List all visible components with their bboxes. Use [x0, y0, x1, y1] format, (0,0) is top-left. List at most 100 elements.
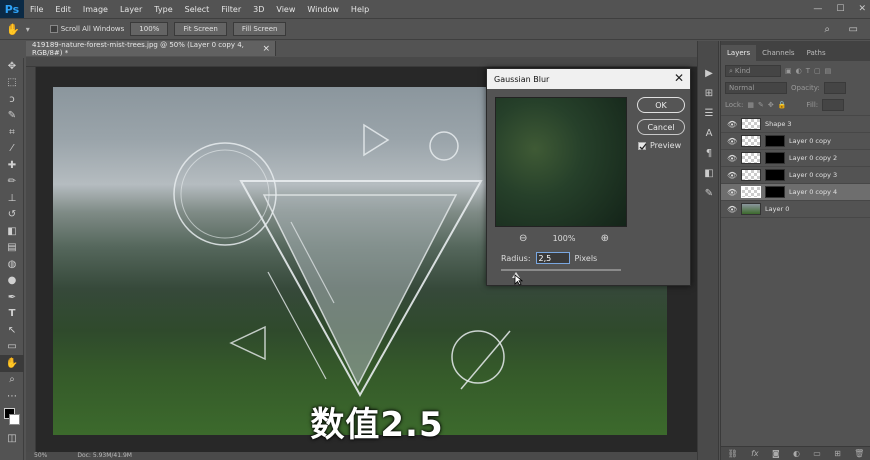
cancel-button[interactable]: Cancel: [637, 119, 685, 135]
paragraph-panel-icon[interactable]: ¶: [698, 143, 720, 163]
scroll-all-windows-checkbox[interactable]: Scroll All Windows: [49, 25, 124, 33]
hand-tool-icon[interactable]: ✋: [0, 355, 24, 372]
zoom-out-icon[interactable]: ⊖: [519, 233, 527, 244]
zoom-100-button[interactable]: 100%: [130, 22, 169, 36]
preview-checkbox[interactable]: Preview: [638, 141, 681, 150]
menu-edit[interactable]: Edit: [49, 5, 77, 14]
lock-transparent-icon[interactable]: ▦: [747, 101, 754, 109]
workspace-icon[interactable]: ▭: [849, 24, 858, 35]
properties-panel-icon[interactable]: ⊞: [698, 83, 720, 103]
adjustments-panel-icon[interactable]: ☰: [698, 103, 720, 123]
trash-icon[interactable]: 🗑: [854, 449, 864, 458]
character-panel-icon[interactable]: A: [698, 123, 720, 143]
history-panel-icon[interactable]: ▶: [698, 63, 720, 83]
blur-tool-icon[interactable]: ◍: [0, 256, 24, 273]
blend-mode-select[interactable]: Normal: [725, 82, 787, 94]
visibility-eye-icon[interactable]: 👁: [727, 137, 737, 146]
eraser-tool-icon[interactable]: ◧: [0, 223, 24, 240]
close-button[interactable]: ✕: [858, 4, 866, 14]
brush-tool-icon[interactable]: ✏: [0, 174, 24, 191]
radius-slider-track[interactable]: [501, 269, 621, 271]
menu-select[interactable]: Select: [179, 5, 216, 14]
crop-tool-icon[interactable]: ⌗: [0, 124, 24, 141]
lock-position-icon[interactable]: ✥: [768, 101, 774, 109]
layer-row[interactable]: 👁 Layer 0 copy: [721, 133, 870, 150]
dialog-close-icon[interactable]: ✕: [674, 71, 684, 85]
new-layer-icon[interactable]: ⊞: [834, 449, 841, 458]
tab-paths[interactable]: Paths: [801, 45, 832, 61]
lasso-tool-icon[interactable]: ↄ: [0, 91, 24, 108]
visibility-eye-icon[interactable]: 👁: [727, 188, 737, 197]
move-tool-icon[interactable]: ✥: [0, 58, 24, 75]
minimize-button[interactable]: —: [813, 4, 822, 14]
menu-file[interactable]: File: [24, 5, 49, 14]
tab-layers[interactable]: Layers: [721, 45, 757, 61]
kind-filter-select[interactable]: ⌕ Kind: [725, 65, 781, 77]
zoom-tool-icon[interactable]: ⌕: [0, 372, 24, 389]
visibility-eye-icon[interactable]: 👁: [727, 171, 737, 180]
menu-window[interactable]: Window: [301, 5, 345, 14]
swatches-panel-icon[interactable]: ◧: [698, 163, 720, 183]
layer-row[interactable]: 👁 Layer 0 copy 2: [721, 150, 870, 167]
ok-button[interactable]: OK: [637, 97, 685, 113]
maximize-button[interactable]: ☐: [836, 4, 844, 14]
menu-type[interactable]: Type: [148, 5, 178, 14]
eyedropper-tool-icon[interactable]: ⁄: [0, 141, 24, 158]
history-brush-tool-icon[interactable]: ↺: [0, 207, 24, 224]
menu-image[interactable]: Image: [77, 5, 114, 14]
layer-row[interactable]: 👁 Shape 3: [721, 116, 870, 133]
color-swatches-icon[interactable]: [0, 405, 24, 431]
hand-tool-icon[interactable]: ✋: [6, 23, 20, 36]
lock-pixels-icon[interactable]: ✎: [758, 101, 764, 109]
type-tool-icon[interactable]: T: [0, 306, 24, 323]
fill-input[interactable]: [822, 99, 845, 111]
clone-stamp-tool-icon[interactable]: ⊥: [0, 190, 24, 207]
quick-select-tool-icon[interactable]: ✎: [0, 108, 24, 125]
gradient-tool-icon[interactable]: ▤: [0, 240, 24, 257]
quick-mask-icon[interactable]: ◫: [0, 431, 24, 448]
menu-3d[interactable]: 3D: [247, 5, 270, 14]
fx-icon[interactable]: fx: [751, 449, 759, 458]
status-zoom[interactable]: 50%: [34, 452, 47, 460]
menu-help[interactable]: Help: [345, 5, 375, 14]
filter-pixel-icon[interactable]: ▣: [785, 67, 792, 75]
fill-screen-button[interactable]: Fill Screen: [232, 22, 287, 36]
tab-channels[interactable]: Channels: [756, 45, 800, 61]
fit-screen-button[interactable]: Fit Screen: [174, 22, 227, 36]
visibility-eye-icon[interactable]: 👁: [727, 205, 737, 214]
pen-tool-icon[interactable]: ✒: [0, 289, 24, 306]
opacity-input[interactable]: [823, 82, 846, 94]
folder-icon[interactable]: ▭: [813, 449, 821, 458]
edit-toolbar-icon[interactable]: ⋯: [0, 388, 24, 405]
filter-type-icon[interactable]: T: [806, 67, 810, 75]
dialog-title-bar[interactable]: Gaussian Blur ✕: [487, 69, 690, 89]
filter-shape-icon[interactable]: ▢: [814, 67, 821, 75]
mask-icon[interactable]: ◙: [772, 449, 780, 458]
document-tab[interactable]: 419189-nature-forest-mist-trees.jpg @ 50…: [26, 41, 276, 57]
tool-preset-dropdown-icon[interactable]: ▾: [26, 25, 30, 34]
lock-all-icon[interactable]: 🔒: [778, 101, 787, 109]
menu-layer[interactable]: Layer: [114, 5, 148, 14]
visibility-eye-icon[interactable]: 👁: [727, 120, 737, 129]
layer-mask-thumbnail[interactable]: [765, 169, 785, 181]
layer-row[interactable]: 👁 Layer 0: [721, 201, 870, 218]
path-selection-tool-icon[interactable]: ↖: [0, 322, 24, 339]
layer-mask-thumbnail[interactable]: [765, 152, 785, 164]
visibility-eye-icon[interactable]: 👁: [727, 154, 737, 163]
marquee-tool-icon[interactable]: ⬚: [0, 75, 24, 92]
healing-brush-tool-icon[interactable]: ✚: [0, 157, 24, 174]
search-icon[interactable]: ⌕: [824, 24, 830, 35]
filter-smart-icon[interactable]: ▤: [825, 67, 832, 75]
layer-row-selected[interactable]: 👁 Layer 0 copy 4: [721, 184, 870, 201]
filter-adjustment-icon[interactable]: ◐: [796, 67, 802, 75]
link-icon[interactable]: ⛓: [728, 449, 738, 458]
layer-mask-thumbnail[interactable]: [765, 135, 785, 147]
brushes-panel-icon[interactable]: ✎: [698, 183, 720, 203]
dodge-tool-icon[interactable]: ●: [0, 273, 24, 290]
zoom-in-icon[interactable]: ⊕: [601, 233, 609, 244]
layer-row[interactable]: 👁 Layer 0 copy 3: [721, 167, 870, 184]
layer-mask-thumbnail[interactable]: [765, 186, 785, 198]
shape-tool-icon[interactable]: ▭: [0, 339, 24, 356]
adjustment-icon[interactable]: ◐: [793, 449, 800, 458]
close-tab-icon[interactable]: ×: [262, 44, 270, 54]
